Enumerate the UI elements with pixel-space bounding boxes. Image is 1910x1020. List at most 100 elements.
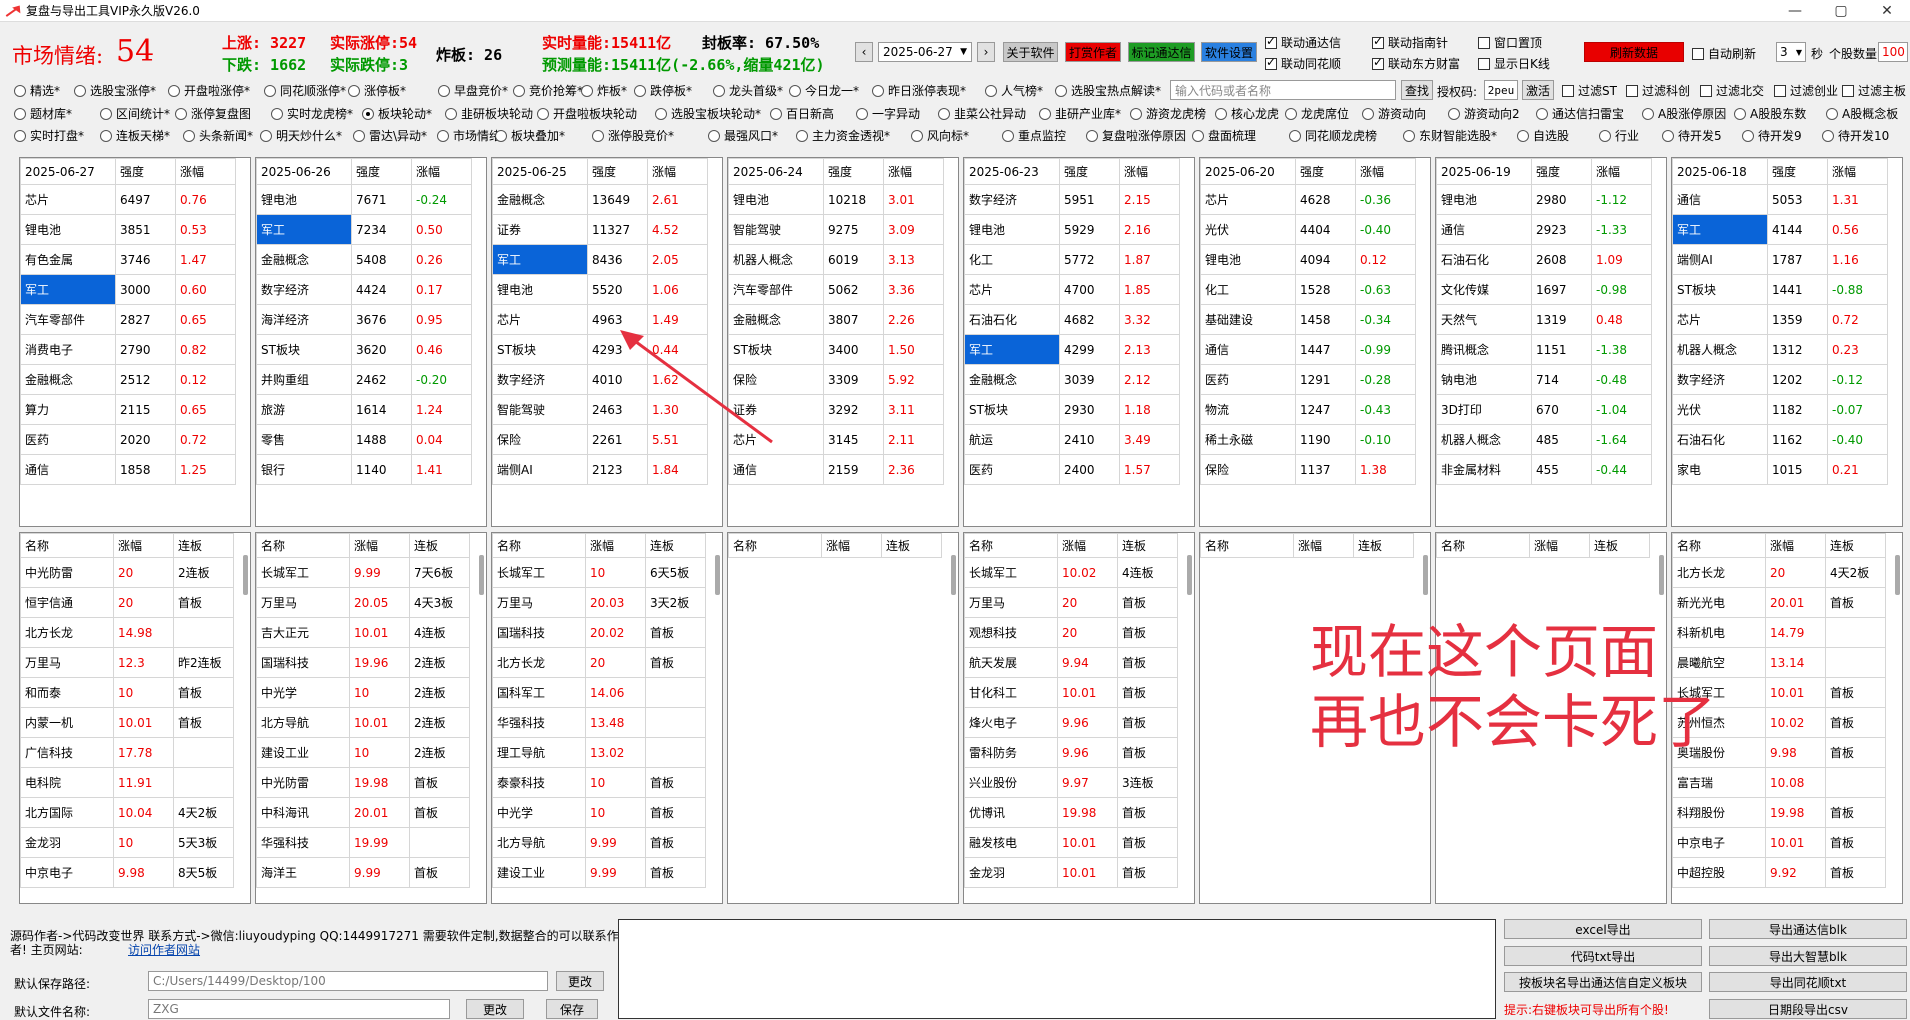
strength-header[interactable]: 强度 bbox=[823, 158, 884, 185]
scrollbar[interactable] bbox=[1659, 555, 1664, 595]
sector-name[interactable]: 航运 bbox=[964, 424, 1060, 455]
sector-strength[interactable]: 6497 bbox=[115, 184, 176, 215]
stock-name[interactable]: 国瑞科技 bbox=[256, 647, 350, 678]
sector-name[interactable]: 芯片 bbox=[492, 304, 588, 335]
sector-strength[interactable]: 1458 bbox=[1295, 304, 1356, 335]
sector-change[interactable]: 0.48 bbox=[1591, 304, 1652, 335]
stock-change[interactable]: 10.02 bbox=[1765, 707, 1826, 738]
option-row3-20[interactable]: 待开发10 bbox=[1822, 127, 1889, 144]
strength-header[interactable]: 强度 bbox=[1531, 158, 1592, 185]
stock-row[interactable]: 国瑞科技 19.96 2连板 bbox=[256, 647, 470, 678]
stock-change[interactable]: 19.98 bbox=[1765, 797, 1826, 828]
stock-row[interactable]: 长城军工 10 6天5板 bbox=[492, 557, 706, 588]
option-row2-0[interactable]: 题材库* bbox=[14, 105, 72, 122]
sector-change[interactable]: 1.09 bbox=[1591, 244, 1652, 275]
link-tdx-checkbox[interactable]: 联动通达信 bbox=[1265, 34, 1341, 51]
sector-row[interactable]: 芯片 4628 -0.36 bbox=[1200, 184, 1416, 215]
stock-change[interactable]: 20 bbox=[113, 557, 174, 588]
option-row2-15[interactable]: 游资动向 bbox=[1362, 105, 1426, 122]
stock-name[interactable]: 金龙羽 bbox=[20, 827, 114, 858]
stock-streak[interactable]: 首板 bbox=[409, 767, 470, 798]
option-row2-11[interactable]: 韭研产业库* bbox=[1039, 105, 1121, 122]
stock-row[interactable]: 晨曦航空 13.14 bbox=[1672, 647, 1886, 678]
sector-change[interactable]: 0.72 bbox=[1827, 304, 1888, 335]
sector-row[interactable]: 通信 5053 1.31 bbox=[1672, 184, 1888, 215]
stock-name[interactable]: 北方长龙 bbox=[492, 647, 586, 678]
option-row2-19[interactable]: A股股东数 bbox=[1734, 105, 1806, 122]
sector-name[interactable]: 芯片 bbox=[964, 274, 1060, 305]
stock-row[interactable]: 理工导航 13.02 bbox=[492, 737, 706, 768]
sector-strength[interactable]: 2512 bbox=[115, 364, 176, 395]
stock-streak-header[interactable]: 连板 bbox=[173, 533, 234, 558]
sector-name[interactable]: ST板块 bbox=[256, 334, 352, 365]
strength-header[interactable]: 强度 bbox=[115, 158, 176, 185]
stock-name[interactable]: 万里马 bbox=[964, 587, 1058, 618]
sector-name[interactable]: 文化传媒 bbox=[1436, 274, 1532, 305]
sector-strength[interactable]: 1312 bbox=[1767, 334, 1828, 365]
stock-streak[interactable] bbox=[1825, 617, 1886, 648]
sector-row[interactable]: 文化传媒 1697 -0.98 bbox=[1436, 274, 1652, 305]
stock-streak[interactable]: 首板 bbox=[1117, 857, 1178, 888]
sector-row[interactable]: 锂电池 3851 0.53 bbox=[20, 214, 236, 245]
stock-row[interactable]: 中光防雷 20 2连板 bbox=[20, 557, 234, 588]
filter-checkbox-4[interactable]: 过滤主板 bbox=[1842, 82, 1906, 99]
sector-row[interactable]: 海洋经济 3676 0.95 bbox=[256, 304, 472, 335]
sector-row[interactable]: 零售 1488 0.04 bbox=[256, 424, 472, 455]
sector-strength[interactable]: 4424 bbox=[351, 274, 412, 305]
sector-name[interactable]: 保险 bbox=[1200, 454, 1296, 485]
filter-checkbox-2[interactable]: 过滤北交 bbox=[1700, 82, 1764, 99]
mark-tdx-button[interactable]: 标记通达信 bbox=[1128, 42, 1195, 62]
option-row1-12[interactable]: 人气榜* bbox=[985, 82, 1043, 99]
strength-header[interactable]: 强度 bbox=[1767, 158, 1828, 185]
sector-name[interactable]: 非金属材料 bbox=[1436, 454, 1532, 485]
sector-change[interactable]: 0.23 bbox=[1827, 334, 1888, 365]
stock-name-header[interactable]: 名称 bbox=[20, 533, 114, 558]
about-button[interactable]: 关于软件 bbox=[1003, 42, 1058, 62]
sector-row[interactable]: 消费电子 2790 0.82 bbox=[20, 334, 236, 365]
sector-change[interactable]: 2.36 bbox=[883, 454, 944, 485]
sector-row[interactable]: 数字经济 5951 2.15 bbox=[964, 184, 1180, 215]
sector-strength[interactable]: 2159 bbox=[823, 454, 884, 485]
stock-name[interactable]: 泰豪科技 bbox=[492, 767, 586, 798]
stock-row[interactable]: 中超控股 9.92 首板 bbox=[1672, 857, 1886, 888]
stock-change-header[interactable]: 涨幅 bbox=[349, 533, 410, 558]
stock-change[interactable]: 10.01 bbox=[349, 707, 410, 738]
stock-streak[interactable]: 首板 bbox=[1825, 737, 1886, 768]
sector-date-header[interactable]: 2025-06-18 bbox=[1672, 158, 1768, 185]
sector-change[interactable]: 1.85 bbox=[1119, 274, 1180, 305]
stock-row[interactable]: 科新机电 14.79 bbox=[1672, 617, 1886, 648]
stock-streak[interactable]: 2连板 bbox=[173, 557, 234, 588]
stock-streak[interactable]: 4天3板 bbox=[409, 587, 470, 618]
settings-button[interactable]: 软件设置 bbox=[1201, 42, 1257, 62]
stock-row[interactable]: 华强科技 19.99 bbox=[256, 827, 470, 858]
sector-name[interactable]: 通信 bbox=[1672, 184, 1768, 215]
sector-row[interactable]: 钠电池 714 -0.48 bbox=[1436, 364, 1652, 395]
sector-change[interactable]: 0.76 bbox=[175, 184, 236, 215]
sector-strength[interactable]: 8436 bbox=[587, 244, 648, 275]
sector-name[interactable]: 光伏 bbox=[1200, 214, 1296, 245]
author-website-link[interactable]: 访问作者网站 bbox=[128, 941, 200, 958]
sector-name[interactable]: 石油石化 bbox=[1672, 424, 1768, 455]
sector-strength[interactable]: 670 bbox=[1531, 394, 1592, 425]
sector-name[interactable]: 机器人概念 bbox=[1436, 424, 1532, 455]
sector-change[interactable]: -1.33 bbox=[1591, 214, 1652, 245]
stock-name[interactable]: 长城军工 bbox=[964, 557, 1058, 588]
sector-strength[interactable]: 2020 bbox=[115, 424, 176, 455]
sector-name[interactable]: 医药 bbox=[964, 454, 1060, 485]
stock-streak[interactable]: 首板 bbox=[645, 797, 706, 828]
sector-name[interactable]: 保险 bbox=[492, 424, 588, 455]
stock-name-header[interactable]: 名称 bbox=[1672, 533, 1766, 558]
sector-change[interactable]: 0.60 bbox=[175, 274, 236, 305]
stock-streak[interactable] bbox=[645, 737, 706, 768]
sector-row[interactable]: 金融概念 3039 2.12 bbox=[964, 364, 1180, 395]
option-row2-6[interactable]: 开盘啦板块轮动 bbox=[537, 105, 637, 122]
sector-row[interactable]: 基础建设 1458 -0.34 bbox=[1200, 304, 1416, 335]
sector-name[interactable]: 医药 bbox=[1200, 364, 1296, 395]
sector-name[interactable]: 有色金属 bbox=[20, 244, 116, 275]
stock-change[interactable]: 14.98 bbox=[113, 617, 174, 648]
option-row3-19[interactable]: 待开发9 bbox=[1742, 127, 1802, 144]
sector-strength[interactable]: 4404 bbox=[1295, 214, 1356, 245]
stock-name[interactable]: 中光防雷 bbox=[20, 557, 114, 588]
stock-change[interactable]: 10 bbox=[349, 737, 410, 768]
option-row1-8[interactable]: 跌停板* bbox=[634, 82, 692, 99]
